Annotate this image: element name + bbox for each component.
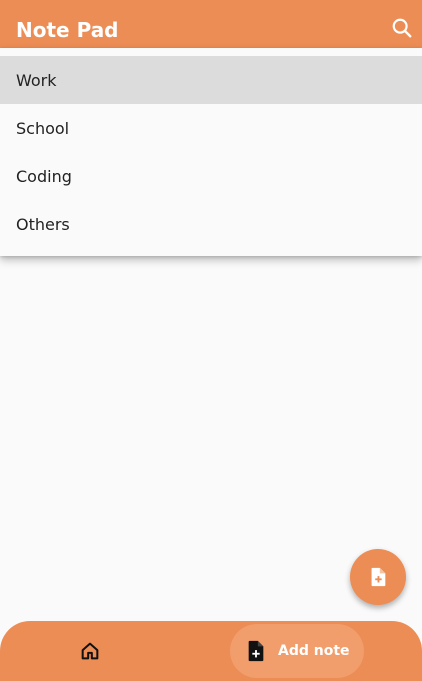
add-note-icon: [248, 640, 264, 662]
menu-item-label: Coding: [16, 166, 72, 186]
category-menu: Work School Coding Others: [0, 48, 422, 256]
add-note-fab[interactable]: [350, 549, 406, 605]
menu-item-coding[interactable]: Coding: [0, 152, 422, 200]
screen: Note Pad Work School Coding Others Add n…: [0, 0, 422, 681]
home-button[interactable]: [78, 639, 102, 663]
menu-item-work[interactable]: Work: [0, 56, 422, 104]
search-button[interactable]: [388, 14, 416, 42]
home-icon: [81, 642, 99, 660]
bottom-nav-bar: Add note: [0, 621, 422, 681]
menu-item-label: Work: [16, 70, 57, 90]
app-title: Note Pad: [16, 18, 119, 42]
search-icon: [392, 18, 412, 38]
menu-item-school[interactable]: School: [0, 104, 422, 152]
menu-item-others[interactable]: Others: [0, 200, 422, 248]
add-note-button[interactable]: Add note: [230, 624, 364, 678]
menu-item-label: School: [16, 118, 70, 138]
add-note-icon: [371, 567, 386, 587]
menu-item-label: Others: [16, 214, 70, 234]
add-note-label: Add note: [278, 643, 350, 659]
